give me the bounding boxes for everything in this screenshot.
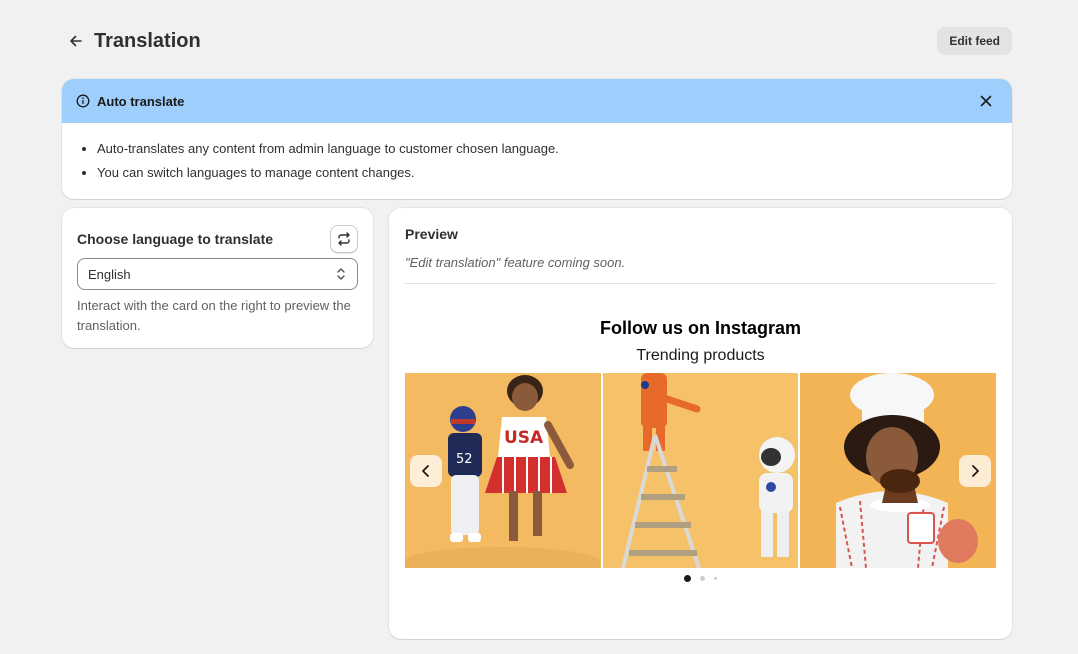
instagram-widget-subtitle: Trending products xyxy=(636,347,765,364)
info-icon xyxy=(76,94,90,108)
chevron-left-icon xyxy=(422,465,429,477)
banner-list-item: Auto-translates any content from admin l… xyxy=(97,137,996,161)
carousel-slide-astronauts[interactable] xyxy=(602,373,799,568)
banner-header: Auto translate xyxy=(62,79,1012,123)
arrow-left-icon xyxy=(70,35,82,47)
svg-text:USA: USA xyxy=(504,428,544,448)
preview-note: "Edit translation" feature coming soon. xyxy=(405,255,626,270)
language-select[interactable]: English xyxy=(77,258,358,290)
carousel-prev-button[interactable] xyxy=(410,455,442,487)
back-button[interactable] xyxy=(62,27,90,55)
close-icon xyxy=(980,95,992,107)
page-header: Translation Edit feed xyxy=(62,26,1012,56)
product-carousel: 52 USA xyxy=(405,373,997,568)
carousel-next-button[interactable] xyxy=(959,455,991,487)
preview-card: Preview "Edit translation" feature comin… xyxy=(389,208,1012,639)
language-card-header: Choose language to translate xyxy=(77,224,358,254)
edit-feed-button[interactable]: Edit feed xyxy=(937,27,1012,55)
refresh-button[interactable] xyxy=(330,225,358,253)
carousel-dot-2[interactable] xyxy=(700,575,705,581)
banner-title: Auto translate xyxy=(97,93,185,109)
instagram-widget-title: Follow us on Instagram xyxy=(599,318,801,338)
svg-text:52: 52 xyxy=(456,452,473,467)
auto-translate-banner: Auto translate Auto-translates any conte… xyxy=(62,79,1012,199)
carousel-dot-3[interactable] xyxy=(714,576,717,580)
language-card-title: Choose language to translate xyxy=(77,231,274,247)
preview-title: Preview xyxy=(405,226,458,242)
divider xyxy=(405,283,996,284)
language-help-text: Interact with the card on the right to p… xyxy=(77,298,351,333)
language-select-value: English xyxy=(88,266,131,282)
page-title: Translation xyxy=(94,29,201,52)
carousel-dot-1[interactable] xyxy=(684,574,691,582)
carousel-pagination xyxy=(405,574,996,582)
banner-close-button[interactable] xyxy=(974,89,998,113)
chevron-right-icon xyxy=(972,465,979,477)
banner-list-item: You can switch languages to manage conte… xyxy=(97,161,996,185)
language-card: Choose language to translate English Int… xyxy=(62,208,373,348)
refresh-icon xyxy=(338,232,350,246)
chevron-up-down-icon xyxy=(335,267,347,281)
banner-list: Auto-translates any content from admin l… xyxy=(62,123,1012,185)
